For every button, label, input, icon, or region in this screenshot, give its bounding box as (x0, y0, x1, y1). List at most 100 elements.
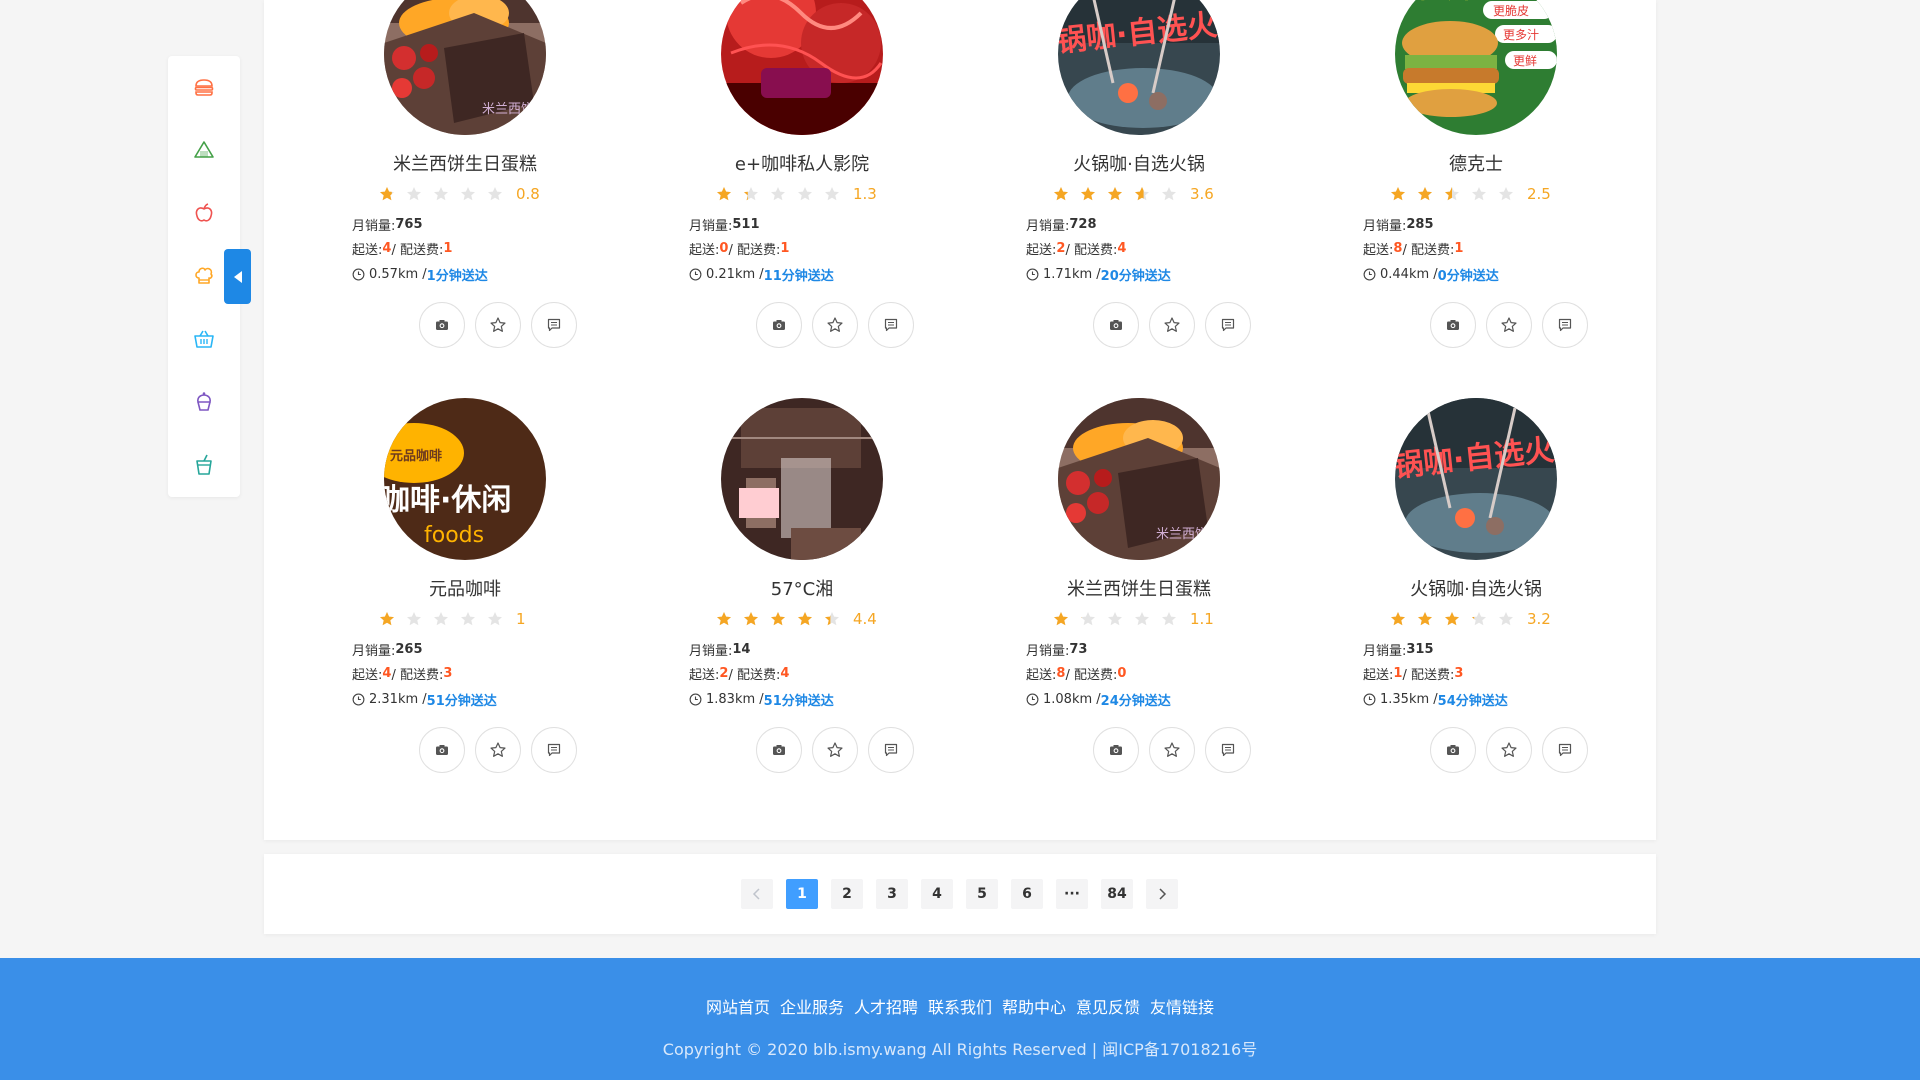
store-name[interactable]: 火锅咖·自选火锅 (982, 150, 1296, 176)
comment-button[interactable] (531, 727, 577, 773)
photo-button[interactable] (419, 302, 465, 348)
favorite-button[interactable] (812, 727, 858, 773)
camera-icon (1108, 742, 1124, 758)
rating-star (1080, 610, 1107, 628)
store-name[interactable]: 火锅咖·自选火锅 (1319, 575, 1633, 601)
comment-button[interactable] (868, 302, 914, 348)
store-card[interactable]: 57°C湘 4.4 月销量: 14 起送: 2 / 配送费: 4 1.83 km… (645, 398, 981, 798)
footer-link[interactable]: 友情链接 (1150, 994, 1214, 1018)
store-name[interactable]: 元品咖啡 (308, 575, 622, 601)
comment-button[interactable] (868, 727, 914, 773)
basket-icon[interactable] (192, 327, 216, 351)
footer-link[interactable]: 企业服务 (780, 994, 844, 1018)
store-image[interactable]: 米兰西饼 (384, 0, 546, 135)
rating-star (1053, 185, 1080, 203)
footer-link[interactable]: 人才招聘 (854, 994, 918, 1018)
chef-hat-icon[interactable] (192, 264, 216, 288)
favorite-button[interactable] (1486, 302, 1532, 348)
store-image[interactable] (721, 0, 883, 135)
next-page-button[interactable] (1146, 879, 1178, 909)
comment-button[interactable] (1542, 302, 1588, 348)
favorite-button[interactable] (1486, 727, 1532, 773)
photo-button[interactable] (1430, 302, 1476, 348)
store-rating: 2.5 (1390, 185, 1551, 203)
page-button[interactable]: 4 (921, 879, 953, 909)
store-image[interactable]: 锅咖·自选火 (1395, 398, 1557, 560)
page-button[interactable]: 5 (966, 879, 998, 909)
store-image[interactable]: 锅咖·自选火 (1058, 0, 1220, 135)
photo-button[interactable] (1093, 302, 1139, 348)
footer-link[interactable]: 网站首页 (706, 994, 770, 1018)
store-card[interactable]: 锅咖·自选火 火锅咖·自选火锅 3.6 月销量: 728 起送: 2 / 配送费… (982, 0, 1318, 373)
copyright-text: Copyright © 2020 blb.ismy.wang All Right… (662, 1040, 1258, 1059)
rating-star (824, 185, 851, 203)
store-name[interactable]: 米兰西饼生日蛋糕 (982, 575, 1296, 601)
page-button[interactable]: 3 (876, 879, 908, 909)
card-actions (419, 727, 577, 773)
rice-ball-icon[interactable] (192, 138, 216, 162)
rating-star (1498, 185, 1525, 203)
store-card[interactable]: 米兰西饼 米兰西饼生日蛋糕 0.8 月销量: 765 起送: 4 / 配送费: … (308, 0, 644, 373)
photo-button[interactable] (419, 727, 465, 773)
clock-icon (352, 693, 365, 706)
distance-eta: 1.71 km / 20分钟送达 (1026, 265, 1171, 284)
distance-eta: 0.21 km / 11分钟送达 (689, 265, 834, 284)
photo-button[interactable] (1430, 727, 1476, 773)
camera-icon (1445, 317, 1461, 333)
card-actions (756, 727, 914, 773)
store-card[interactable]: e+咖啡私人影院 1.3 月销量: 511 起送: 0 / 配送费: 1 0.2… (645, 0, 981, 373)
comment-button[interactable] (531, 302, 577, 348)
store-image[interactable] (721, 398, 883, 560)
store-card[interactable]: 米兰西饼 米兰西饼生日蛋糕 1.1 月销量: 73 起送: 8 / 配送费: 0… (982, 398, 1318, 798)
favorite-button[interactable] (812, 302, 858, 348)
camera-icon (771, 742, 787, 758)
store-name[interactable]: e+咖啡私人影院 (645, 150, 959, 176)
store-name[interactable]: 德克士 (1319, 150, 1633, 176)
photo-button[interactable] (756, 302, 802, 348)
sidebar-collapse-button[interactable] (224, 249, 251, 304)
pagination: 1 2 3 4 5 6 ··· 84 (741, 879, 1178, 909)
store-image[interactable]: 秦能升 更脆皮 更多汁 更鲜 (1395, 0, 1557, 135)
comment-button[interactable] (1205, 302, 1251, 348)
favorite-button[interactable] (1149, 302, 1195, 348)
photo-button[interactable] (756, 727, 802, 773)
monthly-sales: 月销量: 315 (1363, 642, 1434, 659)
store-image[interactable]: 米兰西饼 (1058, 398, 1220, 560)
page-button[interactable]: 6 (1011, 879, 1043, 909)
page-button[interactable]: 2 (831, 879, 863, 909)
rating-star (1161, 610, 1188, 628)
rating-star (487, 610, 514, 628)
camera-icon (434, 317, 450, 333)
page-button[interactable]: 84 (1101, 879, 1133, 909)
page-ellipsis[interactable]: ··· (1056, 879, 1088, 909)
clock-icon (689, 693, 702, 706)
drink-icon[interactable] (192, 453, 216, 477)
apple-icon[interactable] (192, 201, 216, 225)
cupcake-icon[interactable] (192, 390, 216, 414)
comment-button[interactable] (1542, 727, 1588, 773)
store-image[interactable]: 元品咖啡 咖啡·休闲 foods (384, 398, 546, 560)
rating-star (1053, 610, 1080, 628)
page-button[interactable]: 1 (786, 879, 818, 909)
footer-link[interactable]: 意见反馈 (1076, 994, 1140, 1018)
store-name[interactable]: 57°C湘 (645, 575, 959, 601)
store-card[interactable]: 锅咖·自选火 火锅咖·自选火锅 3.2 月销量: 315 起送: 1 / 配送费… (1319, 398, 1655, 798)
favorite-button[interactable] (475, 727, 521, 773)
comment-button[interactable] (1205, 727, 1251, 773)
footer-link[interactable]: 联系我们 (928, 994, 992, 1018)
footer-link[interactable]: 帮助中心 (1002, 994, 1066, 1018)
photo-button[interactable] (1093, 727, 1139, 773)
comment-icon (1557, 317, 1573, 333)
burger-icon[interactable] (192, 75, 216, 99)
rating-star (1107, 610, 1134, 628)
store-card[interactable]: 元品咖啡 咖啡·休闲 foods 元品咖啡 1 月销量: 265 起送: 4 /… (308, 398, 644, 798)
rating-star (487, 185, 514, 203)
store-name[interactable]: 米兰西饼生日蛋糕 (308, 150, 622, 176)
prev-page-button[interactable] (741, 879, 773, 909)
favorite-button[interactable] (475, 302, 521, 348)
comment-icon (1220, 317, 1236, 333)
store-card[interactable]: 秦能升 更脆皮 更多汁 更鲜 德克士 2.5 月 (1319, 0, 1655, 373)
rating-star (433, 185, 460, 203)
favorite-button[interactable] (1149, 727, 1195, 773)
comment-icon (1220, 742, 1236, 758)
